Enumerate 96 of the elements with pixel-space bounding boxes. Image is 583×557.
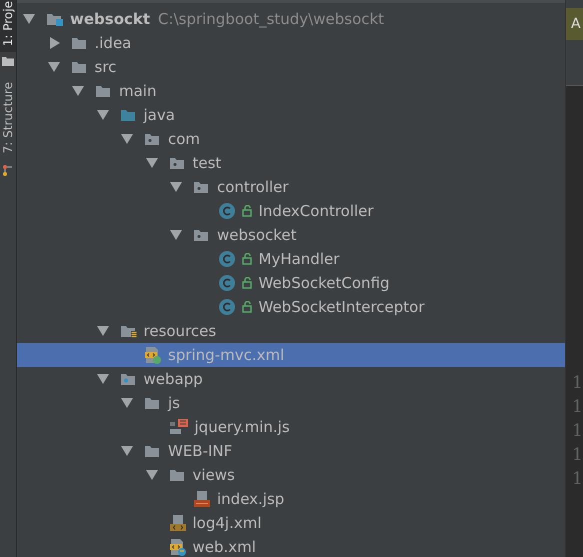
folder-icon <box>70 59 88 75</box>
expanded-arrow-icon[interactable] <box>144 157 158 169</box>
tree-row[interactable]: webapp <box>17 367 565 391</box>
line-number: 1 <box>572 372 583 395</box>
package-icon <box>168 155 186 171</box>
tree-row[interactable]: WebSocketInterceptor <box>17 295 565 319</box>
expanded-arrow-icon[interactable] <box>71 85 85 97</box>
tree-row[interactable]: MyHandler <box>17 247 565 271</box>
unlocked-lock-icon <box>242 253 252 265</box>
folder-icon <box>95 83 113 99</box>
tree-row[interactable]: jquery.min.js <box>17 415 565 439</box>
expanded-arrow-icon[interactable] <box>46 61 60 73</box>
tree-row[interactable]: controller <box>17 175 565 199</box>
tree-row[interactable]: views <box>17 463 565 487</box>
item-label: js <box>168 394 180 412</box>
item-label: IndexController <box>258 202 374 220</box>
item-label: views <box>192 466 235 484</box>
unlocked-lock-icon <box>242 277 252 289</box>
item-label: spring-mvc.xml <box>168 346 284 364</box>
package-icon <box>193 179 211 195</box>
item-label: WebSocketConfig <box>258 274 390 292</box>
resources-folder-icon <box>120 323 138 339</box>
tree-row[interactable]: log4j.xml <box>17 511 565 535</box>
expanded-arrow-icon[interactable] <box>22 13 36 25</box>
folder-icon <box>144 443 162 459</box>
line-number: 1 <box>572 444 583 467</box>
folder-icon <box>70 35 88 51</box>
folder-icon <box>144 395 162 411</box>
tree-row[interactable]: IndexController <box>17 199 565 223</box>
expanded-arrow-icon[interactable] <box>96 109 110 121</box>
tool-window-tab[interactable]: 1: Proje <box>0 0 16 52</box>
tree-row[interactable]: WEB-INF <box>17 439 565 463</box>
tree-row[interactable]: WebSocketConfig <box>17 271 565 295</box>
item-label: main <box>119 82 156 100</box>
tree-row[interactable]: java <box>17 103 565 127</box>
item-label: jquery.min.js <box>194 418 290 436</box>
item-label: webapp <box>144 370 203 388</box>
expanded-arrow-icon[interactable] <box>144 469 158 481</box>
item-label: controller <box>217 178 289 196</box>
tree-row[interactable]: src <box>17 55 565 79</box>
item-label: test <box>192 154 222 172</box>
editor-tab[interactable]: A <box>566 8 583 40</box>
tree-row[interactable]: websockt C:\springboot_study\websockt <box>17 7 565 31</box>
jsp-file-icon <box>193 490 211 508</box>
item-label: .idea <box>94 34 132 52</box>
class-icon <box>218 202 236 220</box>
tree-row[interactable]: com <box>17 127 565 151</box>
source-folder-icon <box>120 107 138 123</box>
item-label: resources <box>144 322 216 340</box>
web-xml-file-icon <box>168 538 186 556</box>
tree-row[interactable]: resources <box>17 319 565 343</box>
structure-icon <box>2 164 14 176</box>
class-icon <box>218 298 236 316</box>
tree-row[interactable]: main <box>17 79 565 103</box>
item-label: WEB-INF <box>168 442 232 460</box>
web-folder-icon <box>120 371 138 387</box>
tree-row[interactable]: web.xml <box>17 535 565 557</box>
tree-row[interactable]: websocket <box>17 223 565 247</box>
class-icon <box>218 250 236 268</box>
line-number: 1 <box>572 420 583 443</box>
package-icon <box>144 131 162 147</box>
item-label: web.xml <box>192 538 256 556</box>
expanded-arrow-icon[interactable] <box>120 397 134 409</box>
tree-row[interactable]: .idea <box>17 31 565 55</box>
expanded-arrow-icon[interactable] <box>96 325 110 337</box>
folder-icon <box>2 56 14 66</box>
item-label: websocket <box>217 226 297 244</box>
tree-row[interactable]: js <box>17 391 565 415</box>
unlocked-lock-icon <box>242 205 252 217</box>
item-label: WebSocketInterceptor <box>258 298 425 316</box>
project-folder-icon <box>46 11 64 27</box>
item-label: index.jsp <box>217 490 284 508</box>
package-icon <box>193 227 211 243</box>
project-path: C:\springboot_study\websockt <box>158 10 384 28</box>
item-label: java <box>144 106 175 124</box>
expanded-arrow-icon[interactable] <box>169 229 183 241</box>
line-number: 1 <box>572 468 583 491</box>
tool-window-tab[interactable]: 7: Structure <box>0 70 16 160</box>
line-number: 1 <box>572 396 583 419</box>
tree-row[interactable]: index.jsp <box>17 487 565 511</box>
expanded-arrow-icon[interactable] <box>96 373 110 385</box>
item-label: log4j.xml <box>192 514 262 532</box>
expanded-arrow-icon[interactable] <box>120 445 134 457</box>
tree-row[interactable]: test <box>17 151 565 175</box>
folder-icon <box>168 467 186 483</box>
item-label: websockt <box>70 10 150 28</box>
js-file-icon <box>168 418 188 436</box>
unlocked-lock-icon <box>242 301 252 313</box>
xml-file-icon <box>168 514 186 532</box>
spring-xml-file-icon <box>144 346 162 364</box>
item-label: src <box>94 58 116 76</box>
expanded-arrow-icon[interactable] <box>120 133 134 145</box>
class-icon <box>218 274 236 292</box>
expanded-arrow-icon[interactable] <box>169 181 183 193</box>
item-label: MyHandler <box>258 250 340 268</box>
item-label: com <box>168 130 200 148</box>
